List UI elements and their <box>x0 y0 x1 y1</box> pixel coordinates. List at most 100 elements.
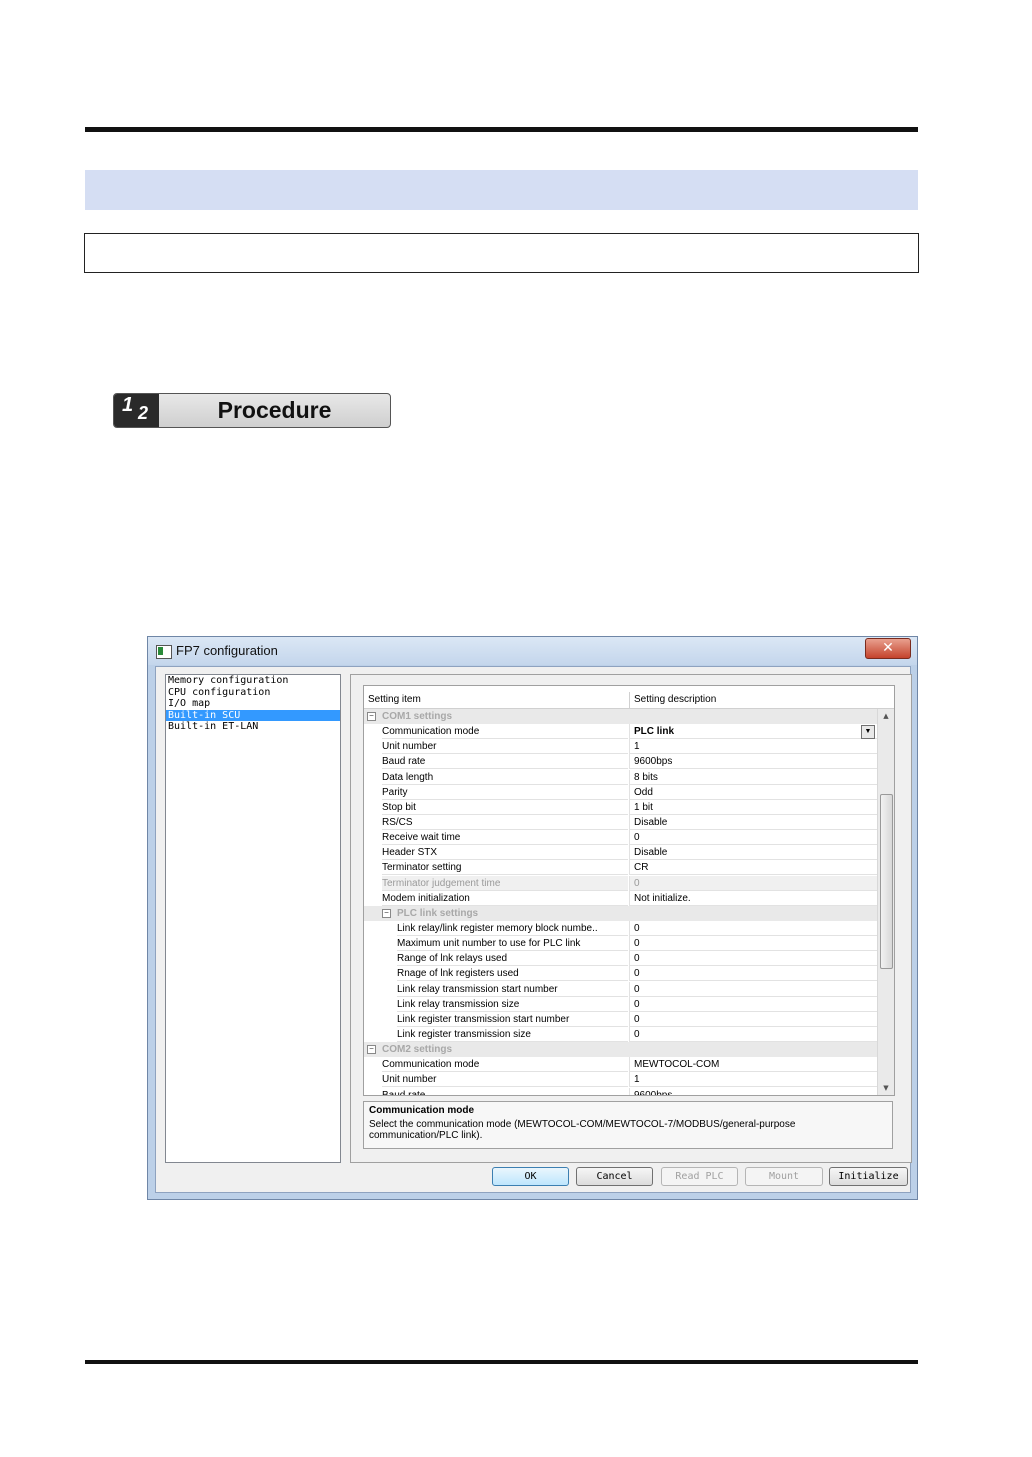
setting-value: 0 <box>629 875 877 891</box>
setting-row[interactable]: Range of lnk relays used 0 <box>364 951 877 967</box>
initialize-button[interactable]: Initialize <box>829 1167 908 1186</box>
tree-item[interactable]: Built-in ET-LAN <box>166 721 340 733</box>
setting-row[interactable]: Maximum unit number to use for PLC link 0 <box>364 936 877 952</box>
setting-row[interactable]: Link relay/link register memory block nu… <box>364 920 877 936</box>
setting-row[interactable]: Modem initialization Not initialize. <box>364 890 877 906</box>
setting-row[interactable]: Data length 8 bits <box>364 769 877 785</box>
setting-value[interactable]: Disable <box>629 845 877 861</box>
vertical-scrollbar[interactable]: ▲ ▼ <box>877 709 894 1095</box>
procedure-label: Procedure <box>217 397 332 423</box>
grid-header: Setting item Setting description <box>364 692 894 709</box>
setting-row[interactable]: Receive wait time 0 <box>364 830 877 846</box>
collapse-icon[interactable]: − <box>382 908 391 918</box>
setting-row[interactable]: Baud rate 9600bps <box>364 1087 877 1095</box>
setting-row[interactable]: Unit number 1 <box>364 739 877 755</box>
scrollbar-thumb[interactable] <box>880 794 893 969</box>
category-row[interactable]: − PLC link settings <box>364 905 877 921</box>
tree-item[interactable]: I/O map <box>166 698 340 710</box>
setting-value-text: 0 <box>634 1013 640 1025</box>
description-title: Communication mode <box>369 1105 475 1116</box>
setting-value[interactable]: 1 bit <box>629 799 877 815</box>
setting-item-label: Communication mode <box>382 724 628 740</box>
dropdown-arrow-icon[interactable]: ▼ <box>861 725 875 740</box>
setting-row[interactable]: Communication mode MEWTOCOL-COM <box>364 1057 877 1073</box>
setting-row[interactable]: Terminator judgement time 0 <box>364 875 877 891</box>
setting-value-text: 0 <box>634 1028 640 1040</box>
mount-button[interactable]: Mount <box>745 1167 823 1186</box>
column-header-setting-description[interactable]: Setting description <box>634 694 716 705</box>
setting-row[interactable]: Baud rate 9600bps <box>364 754 877 770</box>
setting-value-text: Disable <box>634 816 668 828</box>
setting-item-label: Header STX <box>382 845 628 861</box>
setting-value[interactable]: 8 bits <box>629 769 877 785</box>
setting-value[interactable]: Not initialize. <box>629 890 877 906</box>
setting-value-text: 1 <box>634 741 640 753</box>
setting-value[interactable]: 0 <box>629 966 877 982</box>
cancel-button[interactable]: Cancel <box>576 1167 653 1186</box>
setting-row[interactable]: Unit number 1 <box>364 1072 877 1088</box>
setting-value[interactable]: 9600bps <box>629 754 877 770</box>
setting-value[interactable]: 0 <box>629 1026 877 1042</box>
setting-row[interactable]: RS/CS Disable <box>364 814 877 830</box>
category-label: COM2 settings <box>382 1044 453 1056</box>
setting-value[interactable]: 1 <box>629 1072 877 1088</box>
setting-value-text: 8 bits <box>634 771 658 783</box>
category-row[interactable]: − COM2 settings <box>364 1042 877 1058</box>
setting-row[interactable]: Header STX Disable <box>364 845 877 861</box>
scroll-up-arrow-icon[interactable]: ▲ <box>878 709 894 723</box>
setting-value-text: Odd <box>634 786 653 798</box>
setting-row[interactable]: Parity Odd <box>364 784 877 800</box>
setting-value[interactable]: Odd <box>629 784 877 800</box>
setting-value-text: Disable <box>634 847 668 859</box>
setting-value[interactable]: 0 <box>629 1011 877 1027</box>
setting-value-text: CR <box>634 862 649 874</box>
setting-value[interactable]: 0 <box>629 951 877 967</box>
setting-value[interactable]: MEWTOCOL-COM <box>629 1057 877 1073</box>
setting-value-text: 0 <box>634 877 640 889</box>
description-text: Select the communication mode (MEWTOCOL-… <box>369 1119 796 1141</box>
setting-value[interactable]: 0 <box>629 830 877 846</box>
setting-item-label: Terminator setting <box>382 860 628 876</box>
setting-row[interactable]: Link register transmission size 0 <box>364 1026 877 1042</box>
info-box <box>84 233 919 273</box>
collapse-icon[interactable]: − <box>367 712 376 721</box>
ok-button[interactable]: OK <box>492 1167 569 1186</box>
setting-row[interactable]: Terminator setting CR <box>364 860 877 876</box>
setting-value[interactable]: 1 <box>629 739 877 755</box>
setting-value[interactable]: 0 <box>629 996 877 1012</box>
category-row[interactable]: − COM1 settings <box>364 709 877 725</box>
setting-row[interactable]: Rnage of lnk registers used 0 <box>364 966 877 982</box>
setting-value[interactable]: 9600bps <box>629 1087 877 1095</box>
setting-value[interactable]: 0 <box>629 936 877 952</box>
setting-item-label: Receive wait time <box>382 830 628 846</box>
window-client: Memory configuration CPU configuration I/O… <box>155 666 912 1193</box>
setting-value-text: 0 <box>634 938 640 950</box>
description-pane: Communication mode Select the communicat… <box>363 1101 893 1149</box>
setting-value[interactable]: PLC link ▼ <box>629 724 877 740</box>
setting-value-text: 9600bps <box>634 1090 672 1095</box>
setting-value[interactable]: 0 <box>629 920 877 936</box>
category-label: PLC link settings <box>397 907 479 919</box>
setting-item-label: Stop bit <box>382 800 628 815</box>
close-button[interactable]: ✕ <box>865 638 911 659</box>
tree-item[interactable]: Memory configuration <box>166 675 340 687</box>
setting-row[interactable]: Link register transmission start number 0 <box>364 1011 877 1027</box>
setting-row[interactable]: Stop bit 1 bit <box>364 799 877 815</box>
scroll-down-arrow-icon[interactable]: ▼ <box>878 1081 894 1095</box>
grid-rows: − COM1 settings Communication mode PLC link… <box>364 709 877 1095</box>
collapse-icon[interactable]: − <box>367 1045 376 1055</box>
setting-value[interactable]: CR <box>629 860 877 876</box>
setting-item-label: Link register transmission start number <box>397 1012 628 1027</box>
setting-row[interactable]: Link relay transmission start number 0 <box>364 981 877 997</box>
setting-row[interactable]: Link relay transmission size 0 <box>364 996 877 1012</box>
setting-value[interactable]: Disable <box>629 814 877 830</box>
setting-item-label: RS/CS <box>382 815 628 830</box>
tree-item[interactable]: CPU configuration <box>166 687 340 699</box>
title-bar[interactable]: FP7 configuration ✕ <box>148 637 917 665</box>
setting-row[interactable]: Communication mode PLC link ▼ <box>364 724 877 740</box>
setting-item-label: Link register transmission size <box>397 1027 628 1042</box>
setting-value[interactable]: 0 <box>629 981 877 997</box>
tree-item[interactable]: Built-in SCU <box>166 709 340 721</box>
read-plc-button[interactable]: Read PLC <box>661 1167 738 1186</box>
column-header-setting-item[interactable]: Setting item <box>368 694 421 705</box>
